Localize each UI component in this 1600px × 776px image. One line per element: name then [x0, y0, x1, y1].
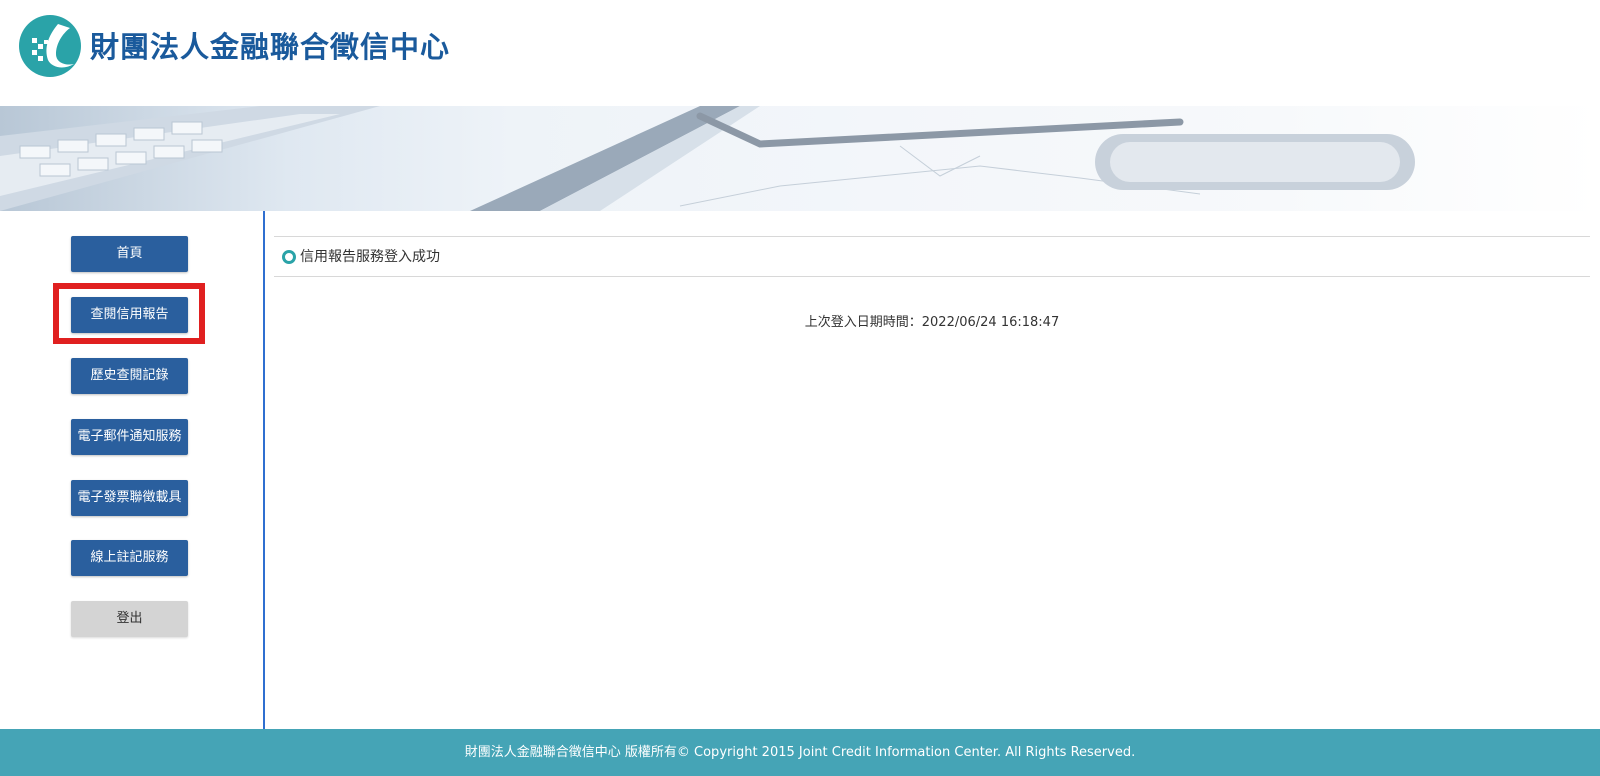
highlight-box	[53, 283, 205, 344]
header-banner	[0, 106, 1600, 211]
circle-bullet-icon	[282, 250, 296, 264]
sidebar-divider	[263, 211, 265, 729]
section-header: 信用報告服務登入成功	[274, 236, 1590, 277]
copyright-text: 財團法人金融聯合徵信中心 版權所有© Copyright 2015 Joint …	[464, 745, 1136, 760]
footer: 財團法人金融聯合徵信中心 版權所有© Copyright 2015 Joint …	[0, 729, 1600, 776]
header: 財團法人金融聯合徵信中心	[0, 0, 1600, 106]
page: 財團法人金融聯合徵信中心 首頁 查閱信用報告 歷史查閱記錄 電子郵件通知服務 電…	[0, 0, 1600, 776]
jcic-logo-icon[interactable]	[18, 14, 82, 78]
logout-button[interactable]: 登出	[71, 601, 188, 637]
site-title: 財團法人金融聯合徵信中心	[90, 30, 451, 64]
section-title: 信用報告服務登入成功	[300, 249, 440, 265]
online-notation-button[interactable]: 線上註記服務	[71, 540, 188, 576]
email-notification-button[interactable]: 電子郵件通知服務	[71, 419, 188, 455]
e-invoice-carrier-button[interactable]: 電子發票聯徵載具	[71, 480, 188, 516]
history-records-button[interactable]: 歷史查閱記錄	[71, 358, 188, 394]
home-button[interactable]: 首頁	[71, 236, 188, 272]
last-login-time: 上次登入日期時間：2022/06/24 16:18:47	[804, 315, 1060, 330]
main-content: 信用報告服務登入成功 上次登入日期時間：2022/06/24 16:18:47	[274, 211, 1590, 729]
banner-illustration	[0, 106, 1415, 211]
